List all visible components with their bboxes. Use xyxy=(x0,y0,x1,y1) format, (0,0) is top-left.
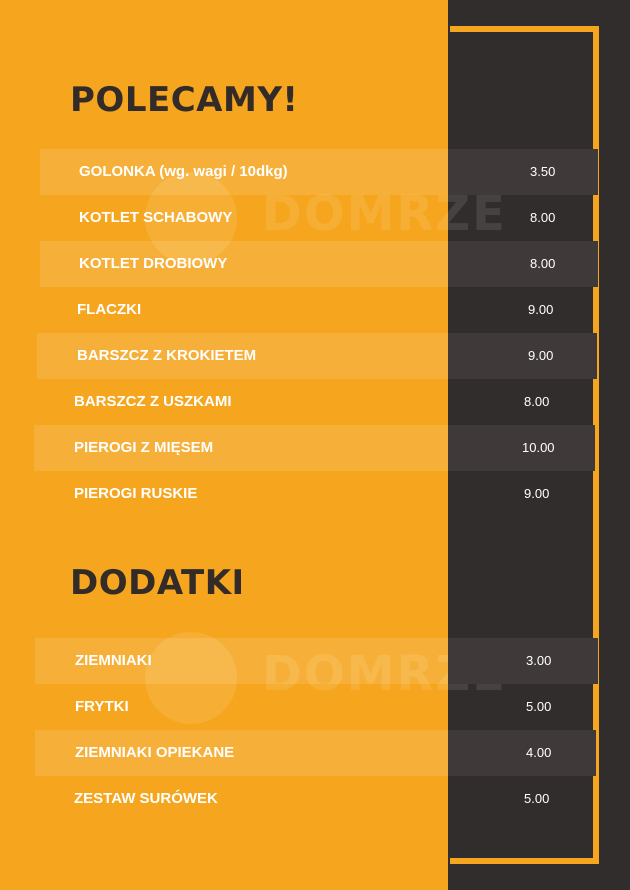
section-title-dodatki: DODATKI xyxy=(70,563,245,603)
menu-item-price: 5.00 xyxy=(526,699,552,714)
menu-item: KOTLET DROBIOWY 8.00 xyxy=(0,241,630,287)
menu-item: FRYTKI 5.00 xyxy=(0,684,630,730)
menu-item-price: 3.50 xyxy=(530,164,556,179)
menu-item-price: 10.00 xyxy=(522,440,555,455)
menu-item-price: 8.00 xyxy=(530,210,556,225)
section-title-polecamy: POLECAMY! xyxy=(70,80,299,120)
menu-item-name: ZIEMNIAKI OPIEKANE xyxy=(75,744,235,761)
menu-item: GOLONKA (wg. wagi / 10dkg) 3.50 xyxy=(0,149,630,195)
menu-item-price: 8.00 xyxy=(524,394,550,409)
menu-item-name: PIEROGI RUSKIE xyxy=(74,485,198,502)
menu-item: KOTLET SCHABOWY 8.00 xyxy=(0,195,630,241)
menu-item: PIEROGI RUSKIE 9.00 xyxy=(0,471,630,517)
menu-item-price: 9.00 xyxy=(528,348,554,363)
menu-item-band xyxy=(448,333,597,379)
menu-item-band xyxy=(448,149,598,195)
menu-item-price: 9.00 xyxy=(528,302,554,317)
menu-item-name: FRYTKI xyxy=(75,698,129,715)
menu-item-name: FLACZKI xyxy=(77,301,142,318)
menu-item: BARSZCZ Z KROKIETEM 9.00 xyxy=(0,333,630,379)
menu-item: FLACZKI 9.00 xyxy=(0,287,630,333)
menu-item-price: 5.00 xyxy=(524,791,550,806)
menu-item-band xyxy=(448,638,598,684)
menu-item-band xyxy=(448,730,596,776)
menu-item-name: KOTLET DROBIOWY xyxy=(79,255,228,272)
menu-item-name: BARSZCZ Z USZKAMI xyxy=(74,393,232,410)
menu-item: BARSZCZ Z USZKAMI 8.00 xyxy=(0,379,630,425)
menu-item-name: BARSZCZ Z KROKIETEM xyxy=(77,347,257,364)
menu-item-price: 4.00 xyxy=(526,745,552,760)
menu-item: ZIEMNIAKI OPIEKANE 4.00 xyxy=(0,730,630,776)
menu-item-name: PIEROGI Z MIĘSEM xyxy=(74,439,214,456)
menu-item-price: 8.00 xyxy=(530,256,556,271)
menu-item: PIEROGI Z MIĘSEM 10.00 xyxy=(0,425,630,471)
menu-item-price: 9.00 xyxy=(524,486,550,501)
menu-item-name: ZIEMNIAKI xyxy=(75,652,152,669)
menu-item-name: GOLONKA (wg. wagi / 10dkg) xyxy=(79,163,288,180)
menu-item: ZESTAW SURÓWEK 5.00 xyxy=(0,776,630,822)
menu-item: ZIEMNIAKI 3.00 xyxy=(0,638,630,684)
menu-item-name: KOTLET SCHABOWY xyxy=(79,209,233,226)
menu-item-price: 3.00 xyxy=(526,653,552,668)
menu-item-band xyxy=(448,241,598,287)
menu-item-name: ZESTAW SURÓWEK xyxy=(74,790,218,807)
